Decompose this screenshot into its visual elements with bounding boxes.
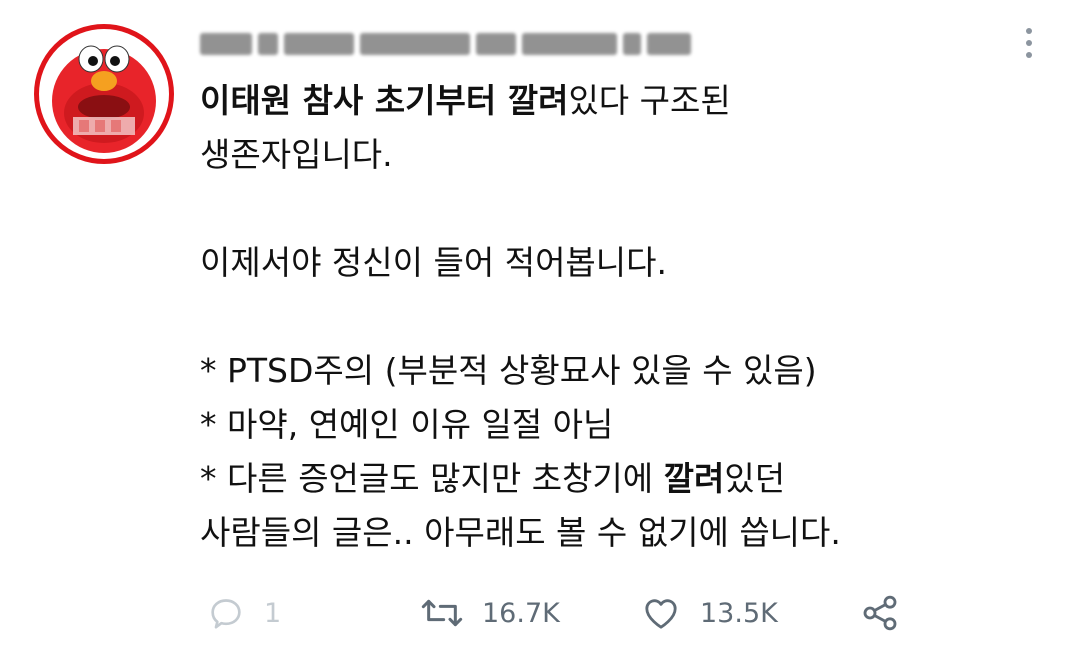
more-vertical-icon[interactable] <box>1022 28 1036 68</box>
tweet-line-5: * 마약, 연예인 이유 일절 아님 <box>200 405 614 444</box>
reply-count: 1 <box>264 597 282 629</box>
tweet-text: 이태원 참사 초기부터 깔려있다 구조된 생존자입니다. 이제서야 정신이 들어… <box>200 74 1020 560</box>
tweet-line-6: * 다른 증언글도 많지만 초창기에 깔려있던 <box>200 452 1020 506</box>
reply-button[interactable]: 1 <box>206 588 281 638</box>
avatar[interactable] <box>34 24 174 164</box>
redacted-user-handle[interactable] <box>200 28 730 60</box>
heart-icon <box>645 599 677 629</box>
tweet-actions: 1 16.7K 13.5K <box>200 588 960 638</box>
retweet-count: 16.7K <box>482 597 560 629</box>
tweet-bold-phrase: 이태원 참사 초기부터 깔려 <box>200 81 569 120</box>
like-count: 13.5K <box>700 597 778 629</box>
tweet-line-6-bold: 깔려 <box>663 459 725 498</box>
retweet-icon <box>421 599 463 627</box>
tweet-line-7: 사람들의 글은.. 아무래도 볼 수 없기에 씁니다. <box>200 513 841 552</box>
retweet-button[interactable]: 16.7K <box>420 588 560 638</box>
tweet-line-3: 이제서야 정신이 들어 적어봅니다. <box>200 243 667 282</box>
tweet-line-6-post: 있던 <box>724 459 786 498</box>
tweet-line-1-rest: 있다 구조된 <box>568 81 731 120</box>
tweet-line-2: 생존자입니다. <box>200 135 393 174</box>
elmo-avatar-image <box>52 45 156 153</box>
tweet-line-6-pre: * 다른 증언글도 많지만 초창기에 <box>200 459 664 498</box>
share-icon <box>863 595 897 631</box>
share-button[interactable] <box>860 588 900 638</box>
reply-icon <box>211 599 241 629</box>
tweet-line-4: * PTSD주의 (부분적 상황묘사 있을 수 있음) <box>200 351 817 390</box>
like-button[interactable]: 13.5K <box>640 588 778 638</box>
tweet-line-1: 이태원 참사 초기부터 깔려있다 구조된 <box>200 74 1020 128</box>
